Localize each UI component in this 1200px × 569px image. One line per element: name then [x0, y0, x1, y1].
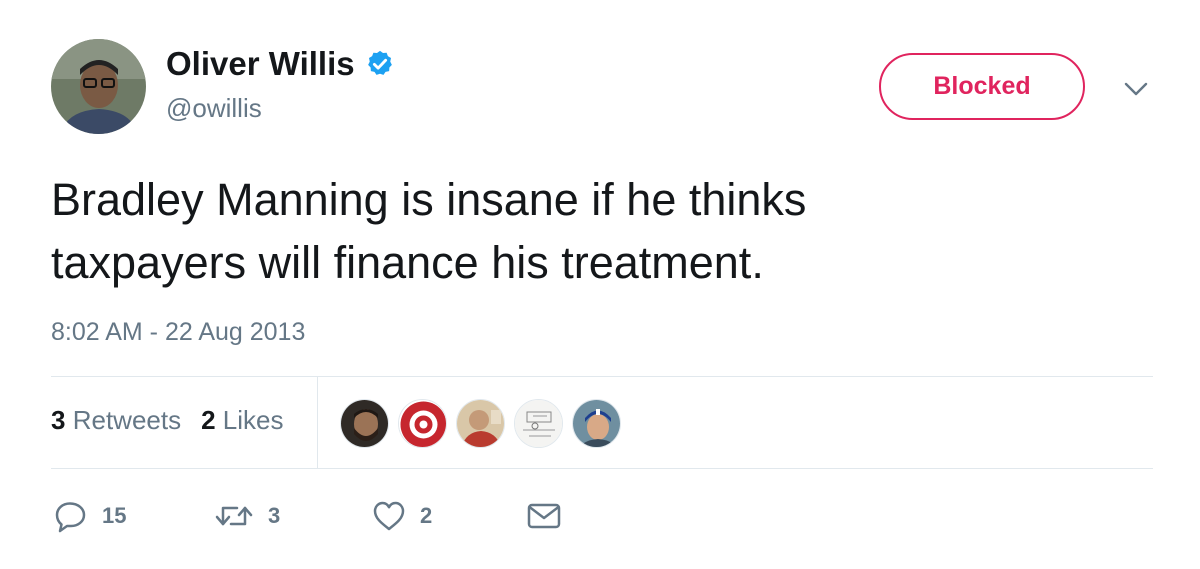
tweet-text: Bradley Manning is insane if he thinks t… — [51, 168, 1151, 294]
retweets-count: 3 — [51, 405, 66, 435]
reply-icon — [54, 499, 88, 533]
likes-stat[interactable]: 2 Likes — [201, 405, 283, 436]
liker-avatar[interactable] — [340, 399, 389, 448]
user-handle[interactable]: @owillis — [166, 93, 262, 124]
envelope-icon — [526, 499, 562, 533]
tweet-card: Oliver Willis @owillis Blocked Bradley M… — [0, 0, 1200, 569]
user-name-row: Oliver Willis — [166, 45, 395, 83]
tweet-timestamp[interactable]: 8:02 AM - 22 Aug 2013 — [51, 318, 305, 347]
reply-count: 15 — [102, 503, 127, 528]
retweets-label: Retweets — [72, 405, 182, 435]
divider — [51, 468, 1153, 469]
retweets-stat[interactable]: 3 Retweets — [51, 405, 181, 436]
liker-avatars — [340, 399, 621, 448]
likes-label: Likes — [222, 405, 284, 435]
tweet-stats: 3 Retweets 2 Likes — [51, 405, 284, 436]
chevron-down-icon[interactable] — [1122, 78, 1150, 100]
retweet-button[interactable]: 3 — [214, 498, 280, 534]
divider — [51, 376, 1153, 377]
avatar-image — [51, 39, 146, 134]
retweet-count: 3 — [268, 503, 281, 528]
user-avatar[interactable] — [51, 39, 146, 134]
liker-avatar[interactable] — [398, 399, 447, 448]
divider — [317, 377, 318, 468]
display-name[interactable]: Oliver Willis — [166, 45, 355, 83]
blocked-button[interactable]: Blocked — [879, 53, 1085, 120]
heart-icon — [372, 499, 406, 533]
direct-message-button[interactable] — [526, 498, 562, 534]
tweet-text-line: Bradley Manning is insane if he thinks — [51, 174, 807, 225]
like-count: 2 — [420, 503, 433, 528]
like-button[interactable]: 2 — [372, 498, 432, 534]
retweet-icon — [214, 499, 254, 533]
likes-count: 2 — [201, 405, 216, 435]
liker-avatar[interactable] — [514, 399, 563, 448]
verified-badge-icon — [365, 49, 395, 79]
tweet-text-line: taxpayers will finance his treatment. — [51, 237, 764, 288]
liker-avatar[interactable] — [572, 399, 621, 448]
reply-button[interactable]: 15 — [54, 498, 126, 534]
liker-avatar[interactable] — [456, 399, 505, 448]
